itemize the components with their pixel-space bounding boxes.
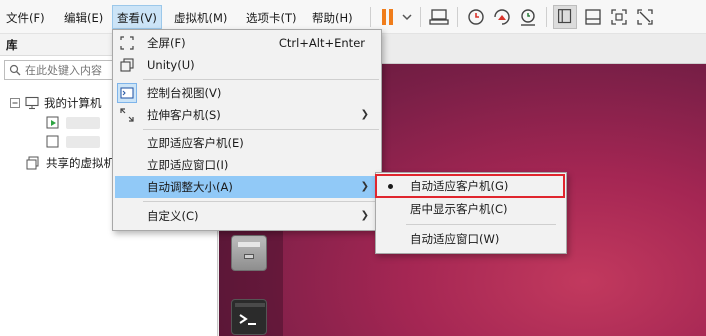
terminal-icon[interactable] [231, 299, 267, 335]
highlight-outline [375, 174, 565, 198]
tree-label: 我的计算机 [44, 96, 102, 110]
unity-icon[interactable] [633, 5, 657, 29]
redacted-vm-name [66, 117, 100, 129]
menu-item-custom[interactable]: 自定义(C) ❯ [115, 205, 379, 227]
menu-item-label: 立即适应窗口(I) [147, 158, 229, 172]
fullscreen-icon[interactable] [607, 5, 631, 29]
menu-item-label: 控制台视图(V) [147, 86, 222, 100]
library-view-icon[interactable] [553, 5, 577, 29]
menu-separator [143, 79, 379, 80]
menu-file[interactable]: 文件(F) [6, 9, 45, 27]
menu-item-label: 自定义(C) [147, 209, 199, 223]
computer-icon [25, 96, 39, 110]
tree-item-shared-vms[interactable]: 共享的虚拟机 [26, 154, 116, 172]
view-menu: 全屏(F) Ctrl+Alt+Enter Unity(U) 控制台视图(V) 拉… [112, 29, 382, 231]
toolbar-separator [457, 7, 458, 27]
menu-separator [406, 224, 556, 225]
tree-label: 共享的虚拟机 [46, 156, 115, 170]
submenu-arrow-icon: ❯ [360, 181, 369, 192]
unity-icon [120, 58, 134, 72]
menu-item-unity[interactable]: Unity(U) [115, 54, 379, 76]
pause-icon[interactable] [376, 5, 400, 29]
menu-item-fit-window-now[interactable]: 立即适应窗口(I) [115, 154, 379, 176]
submenu-item-center-guest[interactable]: 居中显示客户机(C) [378, 198, 564, 220]
tree-item-vm[interactable] [46, 133, 106, 151]
toolbar-separator [370, 7, 371, 27]
dropdown-arrow-icon[interactable] [400, 5, 414, 29]
menu-view[interactable]: 查看(V) [112, 5, 162, 29]
snapshot-icon[interactable] [464, 5, 488, 29]
menu-item-shortcut: Ctrl+Alt+Enter [278, 36, 365, 50]
menu-item-autosize[interactable]: 自动调整大小(A) ❯ [115, 176, 379, 198]
tree-item-vm[interactable] [46, 114, 106, 132]
submenu-arrow-icon: ❯ [360, 210, 369, 221]
menu-help[interactable]: 帮助(H) [312, 9, 353, 27]
submenu-item-autofit-window[interactable]: 自动适应窗口(W) [378, 228, 564, 250]
collapse-icon[interactable] [10, 98, 20, 108]
fullscreen-icon [120, 36, 134, 50]
menu-separator [143, 201, 379, 202]
tree-item-my-computer[interactable]: 我的计算机 [10, 94, 114, 112]
menu-edit[interactable]: 编辑(E) [64, 9, 103, 27]
redacted-vm-name [66, 136, 100, 148]
menu-item-label: 居中显示客户机(C) [410, 202, 508, 216]
search-icon [9, 64, 21, 76]
menu-item-label: Unity(U) [147, 58, 195, 72]
library-title: 库 [6, 38, 18, 52]
menu-item-label: 自动适应窗口(W) [410, 232, 500, 246]
stretch-icon [120, 108, 134, 122]
console-view-icon [120, 87, 134, 99]
toolbar-separator [546, 7, 547, 27]
menu-item-label: 立即适应客户机(E) [147, 136, 244, 150]
menu-vm[interactable]: 虚拟机(M) [174, 9, 227, 27]
menu-item-stretch-guest[interactable]: 拉伸客户机(S) ❯ [115, 104, 379, 126]
running-vm-icon [46, 116, 59, 129]
menu-item-fit-guest-now[interactable]: 立即适应客户机(E) [115, 132, 379, 154]
menu-item-label: 拉伸客户机(S) [147, 108, 221, 122]
menu-item-label: 全屏(F) [147, 36, 186, 50]
thumbnail-bar-icon[interactable] [581, 5, 605, 29]
menu-item-fullscreen[interactable]: 全屏(F) Ctrl+Alt+Enter [115, 32, 379, 54]
toolbar-separator [420, 7, 421, 27]
send-ctrl-alt-del-icon[interactable] [427, 5, 451, 29]
menu-item-label: 自动调整大小(A) [147, 180, 233, 194]
vm-icon [46, 135, 59, 148]
snapshot-manager-icon[interactable] [516, 5, 540, 29]
menu-tabs[interactable]: 选项卡(T) [246, 9, 297, 27]
revert-snapshot-icon[interactable] [490, 5, 514, 29]
files-icon[interactable] [231, 235, 267, 271]
menu-item-console-view[interactable]: 控制台视图(V) [115, 82, 379, 104]
shared-vm-icon [26, 156, 39, 170]
submenu-arrow-icon: ❯ [360, 109, 369, 120]
guest-launcher [219, 225, 283, 336]
menu-separator [143, 129, 379, 130]
